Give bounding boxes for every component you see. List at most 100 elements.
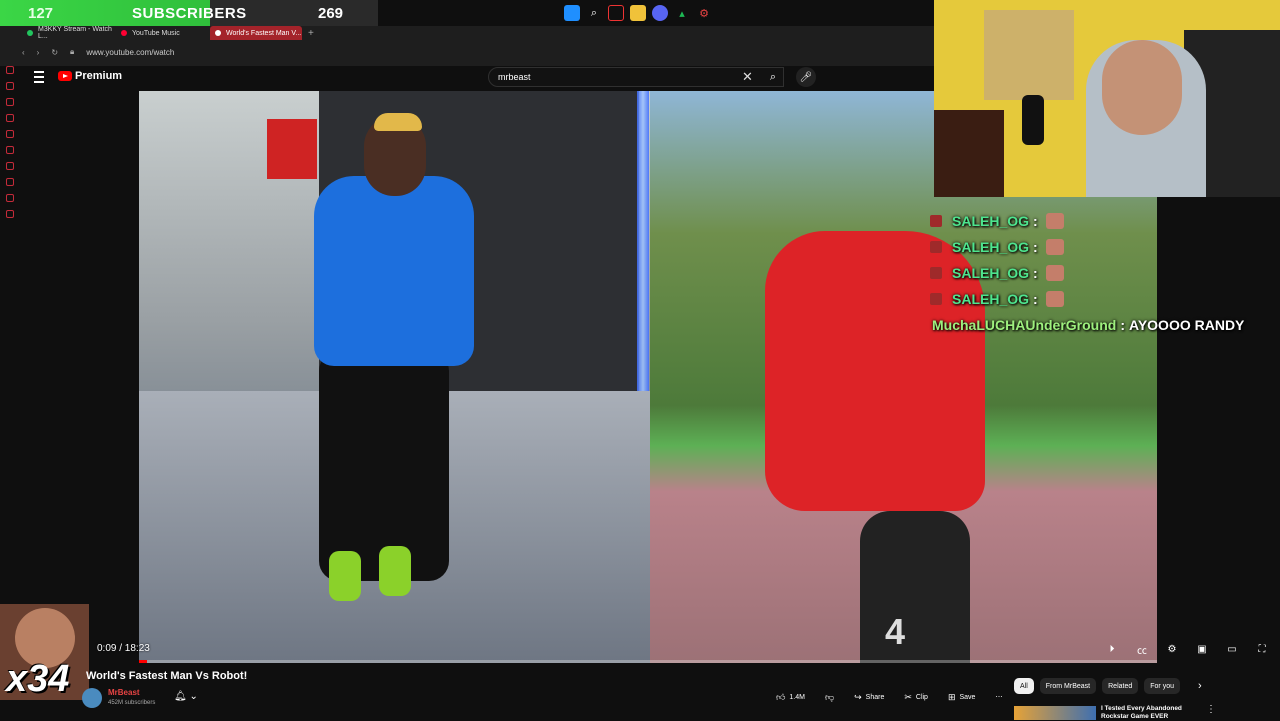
sidebar-icon[interactable]	[6, 162, 14, 170]
webcam-overlay	[934, 0, 1280, 197]
new-tab-icon[interactable]: +	[308, 28, 314, 39]
autoplay-toggle[interactable]: ⏵	[1104, 642, 1120, 656]
tab-video[interactable]: World's Fastest Man V...	[210, 26, 302, 40]
miniplayer-icon[interactable]: ▣	[1194, 642, 1210, 656]
emote-icon	[1045, 265, 1064, 281]
address-bar[interactable]: ‹ › ↻ 🔒︎ www.youtube.com/watch	[22, 44, 922, 60]
tab-favicon-icon	[27, 30, 33, 36]
sidebar-icon[interactable]	[6, 98, 14, 106]
discord-icon[interactable]	[652, 5, 668, 21]
split-divider	[637, 91, 649, 391]
search-button[interactable]: ⌕	[762, 67, 784, 87]
tab-youtube-music[interactable]: YouTube Music	[116, 26, 208, 40]
like-count: 1.4M	[789, 693, 805, 701]
sidebar-icon[interactable]	[6, 210, 14, 218]
scissors-icon: ✂	[904, 691, 912, 702]
video-time: 0:09 / 18:23	[97, 643, 150, 654]
channel-name[interactable]: MrBeast	[108, 688, 140, 697]
chat-line: SALEH_OG:	[924, 260, 1280, 286]
chat-text: AYOOOO RANDY	[1129, 317, 1245, 333]
subscriber-label: SUBSCRIBERS	[132, 4, 247, 22]
search-icon[interactable]: ⌕	[586, 5, 602, 21]
fullscreen-icon[interactable]: ⛶	[1254, 642, 1270, 656]
avatar[interactable]	[82, 688, 102, 708]
folder-icon[interactable]	[630, 5, 646, 21]
clip-button[interactable]: ✂ Clip	[898, 688, 934, 706]
progress-fill	[139, 660, 148, 663]
player-controls: ⏵ ㏄ ⚙ ▣ ▭ ⛶	[1104, 642, 1270, 657]
related-chips: All From MrBeast Related For you	[1014, 678, 1180, 694]
chat-line: SALEH_OG:	[924, 234, 1280, 260]
lock-icon: 🔒︎	[70, 47, 75, 56]
emote-multiplier: x34	[6, 658, 70, 700]
url-text[interactable]: www.youtube.com/watch	[86, 48, 174, 57]
settings-icon[interactable]: ⚙	[1164, 642, 1180, 656]
os-taskbar: ⌕ ▴ ⚙	[564, 3, 712, 23]
sidebar-icon[interactable]	[6, 194, 14, 202]
chat-username: SALEH_OG	[952, 291, 1030, 307]
browser-chrome: M3KKY Stream - Watch L... YouTube Music …	[0, 26, 934, 66]
chat-username: SALEH_OG	[952, 265, 1030, 281]
share-button[interactable]: ↪ Share	[848, 688, 890, 706]
sidebar-icon[interactable]	[6, 66, 14, 74]
captions-button[interactable]: ㏄	[1134, 642, 1150, 657]
chat-badge-icon	[930, 293, 942, 305]
reload-icon[interactable]: ↻	[51, 48, 58, 57]
sidebar-icon[interactable]	[6, 114, 14, 122]
theater-mode-icon[interactable]: ▭	[1224, 642, 1240, 656]
voice-search-button[interactable]: 🎤︎	[796, 67, 816, 87]
more-options-icon[interactable]: ⋮	[1206, 704, 1216, 715]
sidebar-icon[interactable]	[6, 82, 14, 90]
chip-all[interactable]: All	[1014, 678, 1034, 694]
chat-badge-icon	[930, 215, 942, 227]
browser-sidebar	[0, 26, 22, 326]
subscriber-count: 452M subscribers	[108, 700, 156, 706]
back-icon[interactable]: ‹	[22, 48, 25, 57]
thumbs-down-icon: 👎︎	[824, 691, 835, 702]
menu-icon[interactable]	[34, 71, 44, 83]
chat-badge-icon	[930, 267, 942, 279]
tab-favicon-icon	[121, 30, 127, 36]
progress-bar[interactable]	[139, 660, 1157, 663]
settings-icon[interactable]: ⚙	[696, 5, 712, 21]
youtube-logo[interactable]: Premium	[58, 70, 122, 82]
chip-for-you[interactable]: For you	[1144, 678, 1180, 694]
subscriber-goal-bar: 127 SUBSCRIBERS 269	[0, 0, 378, 26]
youtube-play-icon	[58, 71, 72, 81]
subscriber-count-right: 269	[318, 4, 344, 22]
chevron-right-icon[interactable]: ›	[1198, 680, 1202, 692]
emote-icon	[1045, 291, 1064, 307]
chip-from-channel[interactable]: From MrBeast	[1039, 678, 1097, 694]
tab-stream[interactable]: M3KKY Stream - Watch L...	[22, 26, 114, 40]
windows-start-icon[interactable]	[564, 5, 580, 21]
emote-icon	[1045, 239, 1064, 255]
thumbs-up-icon: 👍︎	[776, 691, 786, 702]
sidebar-icon[interactable]	[6, 178, 14, 186]
youtube-header: Premium mrbeast ✕ ⌕ 🎤︎	[22, 66, 934, 90]
like-button[interactable]: 👍︎ 1.4M	[770, 688, 811, 706]
bookmark-icon: ⊞	[947, 691, 956, 702]
emote-icon	[1045, 213, 1064, 229]
chat-username: MuchaLUCHAUnderGround	[932, 317, 1117, 333]
chat-username: SALEH_OG	[952, 213, 1030, 229]
sidebar-icon[interactable]	[6, 130, 14, 138]
recommendation-thumbnail[interactable]	[1014, 706, 1096, 720]
clear-search-icon[interactable]: ✕	[742, 69, 753, 85]
chat-message: MuchaLUCHAUnderGround: AYOOOO RANDY	[932, 317, 1245, 333]
search-input[interactable]: mrbeast	[488, 67, 784, 87]
forward-icon[interactable]: ›	[37, 48, 40, 57]
chat-username: SALEH_OG	[952, 239, 1030, 255]
subscriber-count-left: 127	[28, 4, 54, 22]
bell-icon[interactable]: 🔔︎ ⌄	[174, 691, 198, 702]
chip-related[interactable]: Related	[1102, 678, 1139, 694]
opera-icon[interactable]	[608, 5, 624, 21]
video-actions: 👍︎ 1.4M 👎︎ ↪ Share ✂ Clip ⊞ Save ⋯	[770, 688, 1008, 706]
dislike-button[interactable]: 👎︎	[819, 688, 840, 706]
tab-label: World's Fastest Man V...	[226, 29, 302, 37]
save-button[interactable]: ⊞ Save	[942, 688, 982, 706]
app-icon[interactable]: ▴	[674, 5, 690, 21]
more-options-icon[interactable]: ⋯	[989, 688, 1008, 706]
sidebar-icon[interactable]	[6, 146, 14, 154]
emote-combo-overlay: x34	[0, 604, 89, 700]
recommendation-title[interactable]: I Tested Every Abandoned Rockstar Game E…	[1101, 705, 1191, 721]
